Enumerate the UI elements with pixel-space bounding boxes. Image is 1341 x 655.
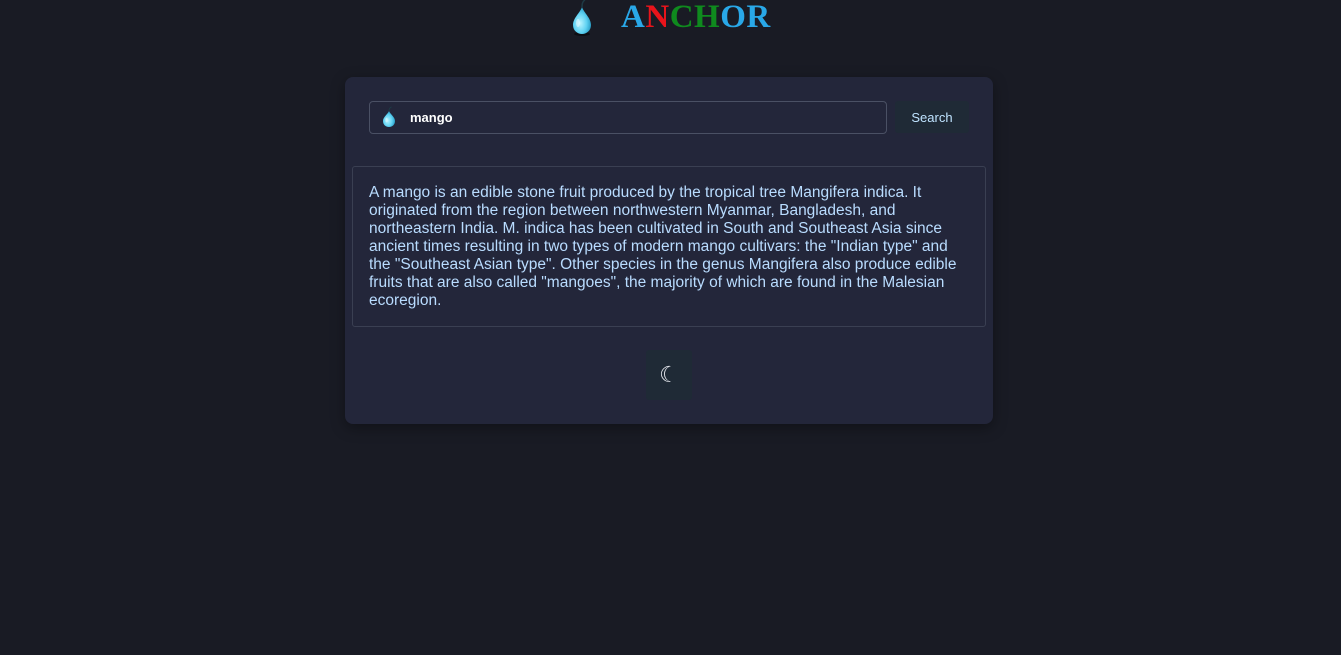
brand-letter: O bbox=[720, 0, 747, 35]
brand-letter: N bbox=[645, 0, 670, 35]
search-card: Search A mango is an edible stone fruit … bbox=[345, 77, 993, 424]
pear-drop-icon bbox=[573, 0, 591, 36]
search-input[interactable] bbox=[410, 102, 870, 133]
brand-letter: R bbox=[746, 0, 771, 35]
brand-title: ANCHOR bbox=[621, 0, 771, 37]
brand-letter: H bbox=[694, 0, 721, 35]
search-button[interactable]: Search bbox=[895, 101, 969, 133]
brand-letter: A bbox=[621, 0, 646, 35]
moon-icon: ☾ bbox=[659, 362, 679, 388]
brand-letter: C bbox=[669, 0, 695, 35]
header: ANCHOR bbox=[0, 0, 1341, 40]
pear-drop-icon bbox=[383, 106, 395, 127]
result-text: A mango is an edible stone fruit produce… bbox=[352, 166, 986, 327]
search-box[interactable] bbox=[369, 101, 887, 134]
theme-toggle-button[interactable]: ☾ bbox=[646, 350, 692, 400]
